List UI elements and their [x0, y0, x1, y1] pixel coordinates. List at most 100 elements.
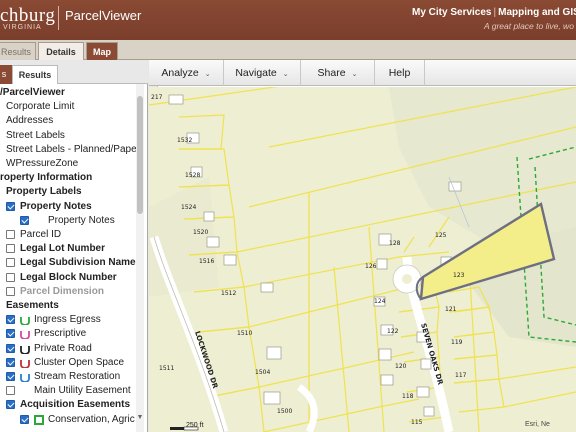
layer-row[interactable]: Acquisition Easements	[0, 398, 136, 412]
layer-row[interactable]: Parcel Dimension	[0, 285, 136, 299]
layer-row[interactable]: Conservation, Agric	[0, 413, 136, 427]
layer-checkbox[interactable]	[20, 414, 29, 424]
layer-label: Private Road	[34, 342, 92, 354]
layer-symbol-icon	[20, 344, 30, 355]
parcel-label: 1524	[181, 204, 196, 211]
layer-label: Legal Block Number	[20, 271, 117, 283]
tab-details[interactable]: Details	[38, 42, 84, 60]
parcel-label: 1532	[177, 137, 192, 144]
layer-row[interactable]: Legal Block Number	[0, 271, 136, 285]
layer-label: Main Utility Easement	[34, 385, 131, 397]
parcel-label: 1528	[185, 172, 200, 179]
layer-label: Ingress Egress	[34, 314, 101, 326]
share-menu-button[interactable]: Share ⌄	[301, 60, 375, 86]
parcel-label: 117	[455, 372, 467, 379]
layer-row[interactable]: Stream Restoration	[0, 370, 136, 384]
layer-checkbox[interactable]	[6, 329, 15, 339]
tab-map[interactable]: Map	[86, 42, 118, 60]
layer-row[interactable]: Parcel ID	[0, 228, 136, 242]
parcel-label: 1520	[193, 229, 208, 236]
layer-label: Street Labels - Planned/Paper	[6, 143, 136, 155]
layer-symbol-icon	[34, 414, 44, 425]
analyze-menu-button[interactable]: Analyze ⌄	[149, 60, 224, 86]
parcel-label: 1512	[221, 290, 236, 297]
layer-row[interactable]: Property Notes	[0, 214, 136, 228]
layer-label: Easements	[6, 300, 59, 311]
map-canvas[interactable]: 217 1532 1528 1524 1520 1516 1512 1510 1504 1500 1…	[149, 87, 576, 432]
layer-row: WPressureZone	[0, 157, 136, 171]
scroll-down-arrow-icon[interactable]: ▼	[136, 414, 144, 422]
map-view[interactable]: 217 1532 1528 1524 1520 1516 1512 1510 1504 1500 1…	[149, 87, 576, 432]
layer-label: Legal Subdivision Name	[20, 257, 136, 269]
chevron-down-icon: ⌄	[204, 71, 211, 78]
layer-symbol-icon	[20, 358, 30, 369]
layer-symbol-icon	[20, 386, 30, 396]
header-divider	[58, 6, 59, 30]
parcel-label: 115	[411, 419, 423, 426]
chevron-down-icon: ⌄	[351, 71, 358, 78]
layer-label: Legal Lot Number	[20, 243, 106, 255]
layer-row: roperty Information	[0, 171, 136, 185]
top-links: My City Services|Mapping and GIS|2	[412, 7, 576, 18]
layer-label: Acquisition Easements	[20, 399, 131, 411]
layer-symbol-icon	[20, 315, 30, 327]
mapping-gis-link[interactable]: Mapping and GIS	[498, 7, 576, 18]
parcel-label: 118	[402, 393, 414, 400]
parcel-label: 1504	[255, 369, 270, 376]
main-tabs: Results Details Map	[0, 40, 576, 60]
parcel-label: 119	[451, 339, 463, 346]
layer-row: Street Labels - Planned/Paper	[0, 143, 136, 157]
layer-label: Property Notes	[20, 200, 92, 212]
app-window: chburg VIRGINIA ParcelViewer My City Ser…	[0, 0, 576, 432]
layer-checkbox[interactable]	[6, 201, 15, 211]
my-city-services-link[interactable]: My City Services	[412, 7, 492, 18]
layer-label: Corporate Limit	[6, 101, 75, 113]
layer-row[interactable]: Private Road	[0, 342, 136, 356]
layer-label: Parcel Dimension	[20, 285, 104, 297]
scrollbar-thumb[interactable]	[137, 96, 143, 214]
layer-row[interactable]: Property Notes	[0, 200, 136, 214]
tab-results[interactable]: Results	[0, 42, 36, 60]
layer-checkbox[interactable]	[6, 372, 15, 381]
parcel-label: 121	[445, 306, 457, 313]
help-label: Help	[388, 67, 411, 79]
layer-label: Prescriptive	[34, 328, 87, 340]
layer-checkbox[interactable]	[6, 400, 15, 410]
layer-checkbox[interactable]	[6, 357, 15, 367]
link-separator: |	[493, 7, 497, 18]
layer-checkbox[interactable]	[6, 286, 15, 296]
navigate-menu-button[interactable]: Navigate ⌄	[224, 60, 301, 86]
layer-row[interactable]: Legal Subdivision Name	[0, 256, 136, 270]
layer-label: Property Labels	[6, 186, 82, 198]
layer-row: Addresses	[0, 114, 136, 128]
parcel-label: 120	[395, 363, 407, 370]
map-attribution[interactable]: Esri, Ne	[525, 421, 550, 428]
parcel-label: 122	[387, 328, 399, 335]
layer-checkbox[interactable]	[6, 386, 15, 396]
city-logo-subtext: VIRGINIA	[3, 24, 42, 31]
layer-row[interactable]: Ingress Egress	[0, 313, 136, 327]
layer-label: Addresses	[6, 115, 54, 127]
layer-checkbox[interactable]	[20, 215, 29, 225]
tab-panel-results[interactable]: Results	[12, 65, 58, 84]
layer-checkbox[interactable]	[6, 343, 15, 353]
share-label: Share	[317, 67, 346, 79]
layer-checkbox[interactable]	[6, 230, 15, 239]
tab-layers[interactable]: s	[0, 65, 12, 84]
layers-panel: s Results /ParcelViewer Corporate Limit Ad…	[0, 60, 148, 432]
layer-row[interactable]: Legal Lot Number	[0, 242, 136, 256]
map-scale-bar: 250 ft	[170, 422, 260, 432]
layer-row[interactable]: Cluster Open Space	[0, 356, 136, 370]
layer-symbol-icon	[20, 372, 30, 383]
layer-row: Street Labels	[0, 129, 136, 143]
layer-row[interactable]: Main Utility Easement	[0, 384, 136, 398]
layer-checkbox[interactable]	[6, 272, 15, 282]
layer-row[interactable]: Prescriptive	[0, 327, 136, 341]
layer-checkbox[interactable]	[6, 258, 15, 268]
layer-checkbox[interactable]	[6, 315, 15, 325]
help-button[interactable]: Help	[375, 60, 425, 86]
layer-checkbox[interactable]	[6, 244, 15, 254]
navigate-label: Navigate	[235, 67, 277, 79]
parcel-label: 123	[453, 272, 465, 279]
city-tagline: A great place to live, wo	[484, 21, 574, 31]
